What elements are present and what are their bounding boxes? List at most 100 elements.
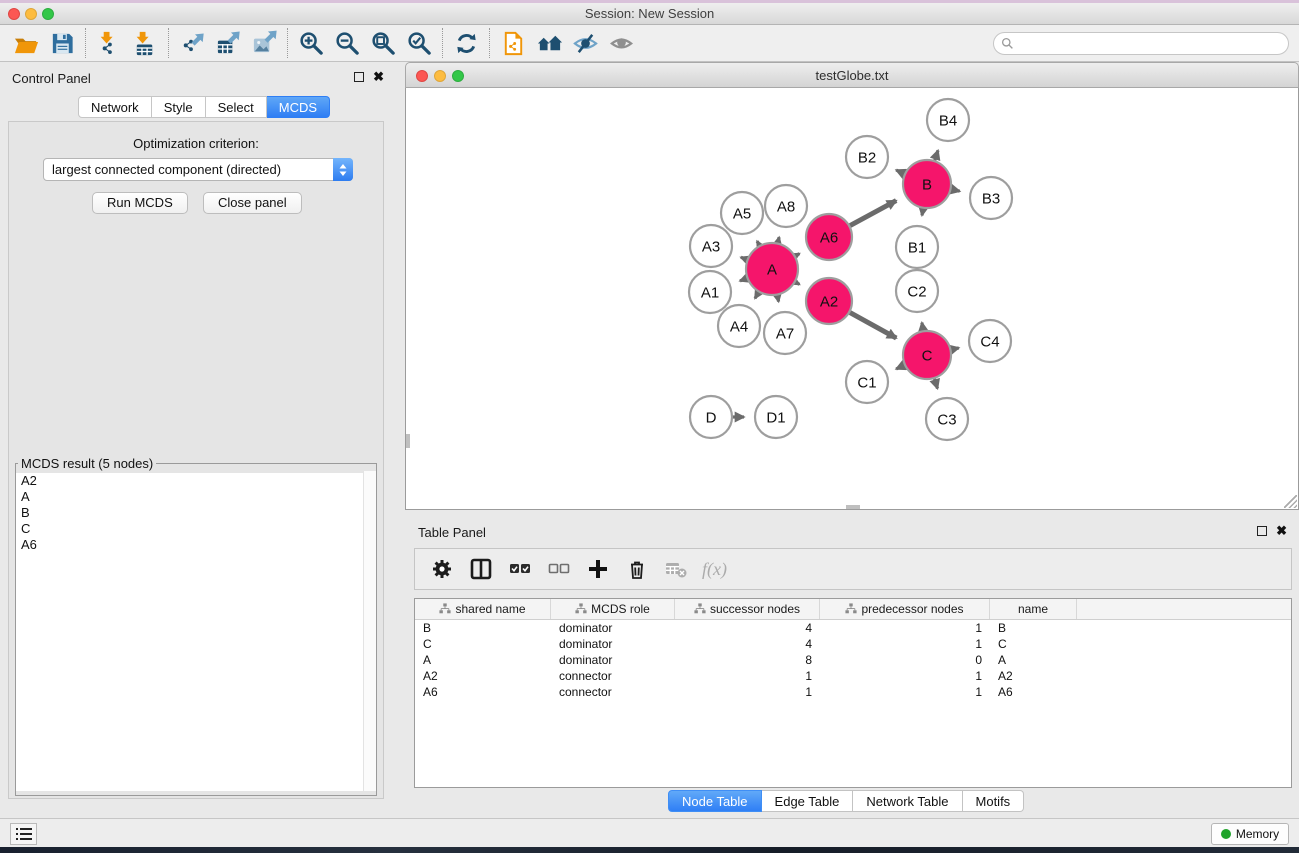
tab-network-table[interactable]: Network Table [853,790,962,812]
horizontal-scroll-indicator[interactable] [846,505,860,509]
select-all-icon[interactable] [507,556,533,582]
search-field[interactable] [993,32,1289,55]
edge-A-A2[interactable] [796,282,800,284]
node-B1[interactable]: B1 [896,226,938,268]
edge-B-B3[interactable] [951,189,959,191]
column-header-MCDS-role[interactable]: MCDS role [551,599,675,619]
node-B2[interactable]: B2 [846,136,888,178]
node-C[interactable]: C [903,331,951,379]
node-A1[interactable]: A1 [689,271,731,313]
gear-icon[interactable] [429,556,455,582]
node-A5[interactable]: A5 [721,192,763,234]
table-row[interactable]: Cdominator41C [415,636,1291,652]
mcds-result-item[interactable]: A [16,489,376,505]
tab-mcds[interactable]: MCDS [267,96,330,118]
edge-A-A1[interactable] [740,278,747,281]
column-header-successor-nodes[interactable]: successor nodes [675,599,820,619]
export-image-icon[interactable] [246,27,282,59]
node-A[interactable]: A [746,243,798,295]
refresh-network-icon[interactable] [448,27,484,59]
search-input[interactable] [1014,37,1288,51]
tab-motifs[interactable]: Motifs [963,790,1025,812]
edge-C-C2[interactable] [922,323,923,331]
app-titlebar[interactable]: Session: New Session [0,3,1299,25]
table-row[interactable]: Adominator80A [415,652,1291,668]
vertical-scroll-indicator[interactable] [406,434,410,448]
network-window-titlebar[interactable]: testGlobe.txt [405,62,1299,88]
node-C4[interactable]: C4 [969,320,1011,362]
float-panel-icon[interactable] [354,72,364,82]
close-window-button[interactable] [8,8,20,20]
tab-style[interactable]: Style [152,96,206,118]
open-file-icon[interactable] [8,27,44,59]
zoom-selected-icon[interactable] [401,27,437,59]
edge-B-B2[interactable] [896,170,904,174]
column-header-name[interactable]: name [990,599,1077,619]
columns-icon[interactable] [468,556,494,582]
node-A4[interactable]: A4 [718,305,760,347]
memory-button[interactable]: Memory [1211,823,1289,845]
export-table-icon[interactable] [210,27,246,59]
save-session-icon[interactable] [44,27,80,59]
node-C3[interactable]: C3 [926,398,968,440]
network-maximize-button[interactable] [452,70,464,82]
edge-B-B1[interactable] [922,209,923,216]
edge-A-A6[interactable] [796,254,800,256]
zoom-out-icon[interactable] [329,27,365,59]
column-header-predecessor-nodes[interactable]: predecessor nodes [820,599,990,619]
mcds-result-item[interactable]: A6 [16,537,376,553]
node-D1[interactable]: D1 [755,396,797,438]
result-scrollbar[interactable] [363,471,376,791]
edge-C-C4[interactable] [951,348,958,350]
task-history-button[interactable] [10,823,37,845]
node-B3[interactable]: B3 [970,177,1012,219]
maximize-window-button[interactable] [42,8,54,20]
edge-A-A8[interactable] [778,237,779,242]
new-network-from-file-icon[interactable] [495,27,531,59]
criterion-dropdown[interactable]: largest connected component (directed) [43,158,353,181]
edge-C-C3[interactable] [935,379,938,389]
mcds-result-item[interactable]: C [16,521,376,537]
node-A2[interactable]: A2 [806,278,852,324]
edge-B-B4[interactable] [935,150,938,160]
node-B4[interactable]: B4 [927,99,969,141]
run-mcds-button[interactable]: Run MCDS [92,192,188,214]
delete-row-icon[interactable] [624,556,650,582]
node-D[interactable]: D [690,396,732,438]
mcds-result-item[interactable]: A2 [16,473,376,489]
edge-A-A7[interactable] [777,296,778,302]
tab-network[interactable]: Network [78,96,152,118]
edge-A-A4[interactable] [755,292,759,298]
show-panels-icon[interactable] [603,27,639,59]
minimize-window-button[interactable] [25,8,37,20]
close-panel-button[interactable]: Close panel [203,192,302,214]
tab-edge-table[interactable]: Edge Table [762,790,854,812]
mcds-result-item[interactable]: B [16,505,376,521]
close-panel-icon[interactable]: ✖ [373,72,384,82]
hide-panels-icon[interactable] [567,27,603,59]
table-row[interactable]: A2connector11A2 [415,668,1291,684]
edge-A6-B[interactable] [850,201,896,226]
export-network-icon[interactable] [174,27,210,59]
tab-select[interactable]: Select [206,96,267,118]
resize-grip[interactable] [1284,495,1297,508]
float-table-panel-icon[interactable] [1257,526,1267,536]
table-row[interactable]: A6connector11A6 [415,684,1291,700]
zoom-fit-icon[interactable] [365,27,401,59]
node-C1[interactable]: C1 [846,361,888,403]
network-minimize-button[interactable] [434,70,446,82]
edge-C-C1[interactable] [896,365,904,369]
node-A7[interactable]: A7 [764,312,806,354]
import-network-icon[interactable] [91,27,127,59]
edge-A-A5[interactable] [757,241,759,245]
node-B[interactable]: B [903,160,951,208]
close-table-panel-icon[interactable]: ✖ [1276,526,1287,536]
node-A3[interactable]: A3 [690,225,732,267]
home-icon[interactable] [531,27,567,59]
tab-node-table[interactable]: Node Table [668,790,762,812]
zoom-in-icon[interactable] [293,27,329,59]
node-A6[interactable]: A6 [806,214,852,260]
column-header-shared-name[interactable]: shared name [415,599,551,619]
node-C2[interactable]: C2 [896,270,938,312]
add-row-icon[interactable] [585,556,611,582]
